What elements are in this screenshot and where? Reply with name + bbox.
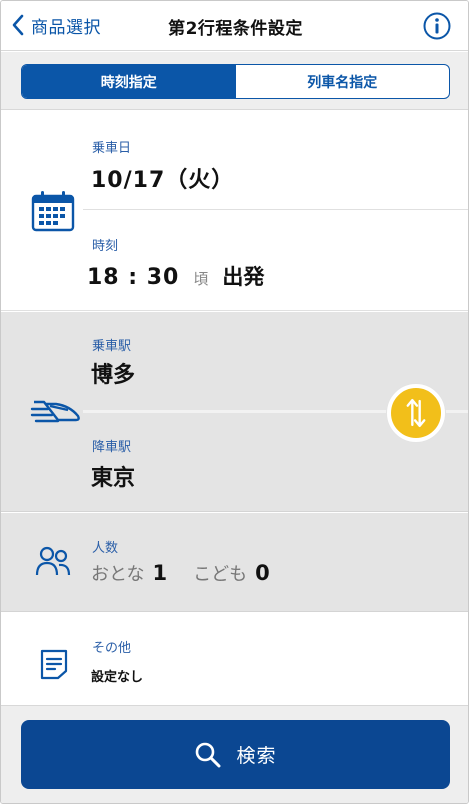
- info-button[interactable]: [422, 11, 452, 41]
- divider: [83, 209, 468, 210]
- arrival-station-value[interactable]: 東京: [91, 460, 135, 492]
- info-icon: [423, 12, 451, 40]
- adult-count: 1: [152, 561, 168, 585]
- boarding-date-value[interactable]: 10/17（火）: [91, 162, 234, 194]
- child-label: こども: [193, 564, 248, 585]
- other-options-value: 設定なし: [91, 670, 144, 685]
- station-section: 乗車駅 博多 降車駅 東京: [1, 312, 468, 512]
- swap-arrows-icon: [406, 398, 426, 428]
- passenger-count-section[interactable]: 人数 おとな 1 こども 0: [1, 513, 468, 612]
- tab-time-specify[interactable]: 時刻指定: [22, 65, 236, 98]
- departure-station-value[interactable]: 博多: [91, 357, 135, 389]
- train-icon: [30, 400, 80, 423]
- app-screen: 商品選択 第2行程条件設定 時刻指定 列車名指定 乗車日 10/17（火） 時刻…: [0, 0, 469, 804]
- other-options-section[interactable]: その他 設定なし: [1, 613, 468, 705]
- search-mode-bar: 時刻指定 列車名指定: [1, 52, 468, 110]
- tab-train-name-specify[interactable]: 列車名指定: [236, 65, 450, 98]
- footer-bar: 検索: [1, 705, 468, 803]
- header-bar: 商品選択 第2行程条件設定: [1, 1, 468, 51]
- search-button-label: 検索: [236, 745, 277, 767]
- adult-label: おとな: [91, 564, 145, 585]
- page-title: 第2行程条件設定: [168, 19, 303, 39]
- time-label: 時刻: [92, 239, 119, 254]
- other-options-label: その他: [92, 641, 132, 656]
- swap-stations-button[interactable]: [387, 384, 445, 442]
- calendar-icon: [31, 191, 75, 232]
- time-value: 18 : 30: [87, 265, 180, 290]
- arrival-station-label: 降車駅: [92, 440, 132, 455]
- time-approx-label: 頃: [193, 270, 209, 288]
- search-icon: [196, 742, 221, 767]
- time-type-value: 出発: [222, 265, 265, 289]
- time-selector[interactable]: 18 : 30 頃 出発: [87, 261, 264, 291]
- date-time-section: 乗車日 10/17（火） 時刻 18 : 30 頃 出発: [1, 111, 468, 311]
- departure-station-label: 乗車駅: [92, 339, 132, 354]
- search-mode-segmented-control: 時刻指定 列車名指定: [21, 64, 450, 99]
- boarding-date-label: 乗車日: [92, 141, 132, 156]
- people-icon: [35, 546, 71, 576]
- passenger-count-row: おとな 1 こども 0: [91, 560, 270, 586]
- search-button[interactable]: 検索: [21, 720, 450, 789]
- memo-icon: [40, 649, 68, 680]
- child-count: 0: [255, 561, 270, 585]
- passenger-count-label: 人数: [92, 541, 119, 556]
